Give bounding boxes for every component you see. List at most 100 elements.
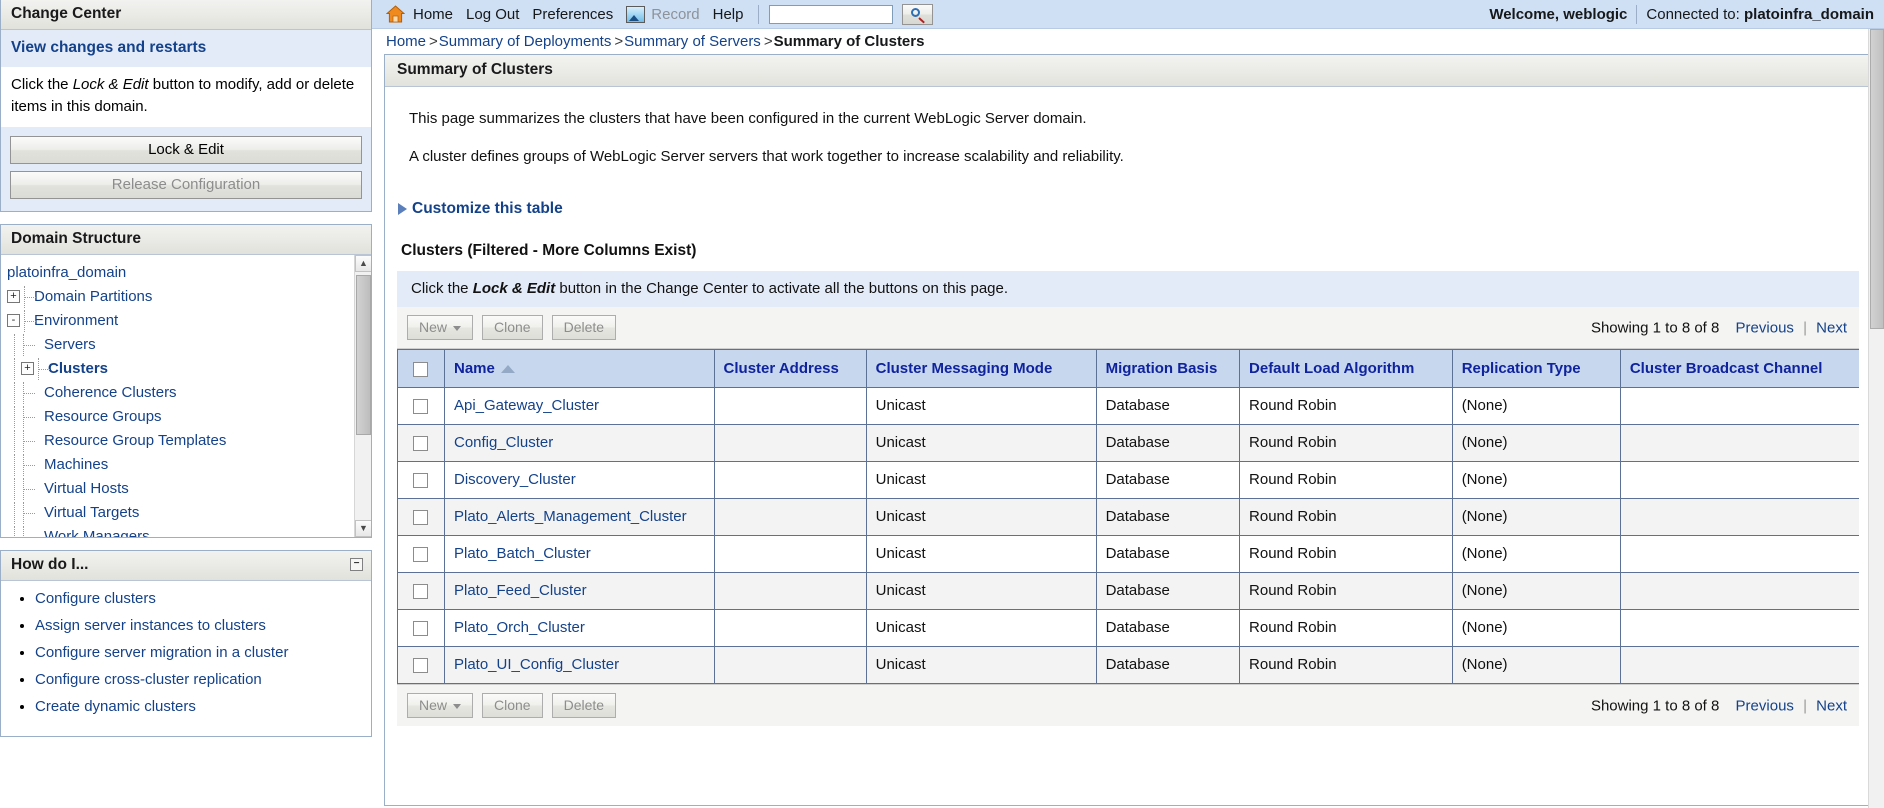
row-checkbox[interactable]: [413, 584, 428, 599]
cell-broadcast-channel: [1620, 425, 1859, 462]
scroll-up-icon[interactable]: ▲: [355, 255, 371, 272]
tree-item-resource-groups[interactable]: Resource Groups: [44, 409, 162, 424]
view-changes-and-restarts-link[interactable]: View changes and restarts: [11, 39, 206, 56]
tree-scrollbar[interactable]: ▲ ▼: [354, 255, 371, 537]
cluster-link-discovery_cluster[interactable]: Discovery_Cluster: [454, 471, 576, 488]
previous-link-top[interactable]: Previous: [1736, 319, 1794, 336]
cell-messaging-mode: Unicast: [866, 499, 1096, 536]
collapse-node-icon[interactable]: -: [7, 314, 20, 327]
how-do-i-link-assign-server-instances-to-clusters[interactable]: Assign server instances to clusters: [35, 617, 266, 634]
tree-item-environment[interactable]: Environment: [34, 313, 118, 328]
delete-button-bottom[interactable]: Delete: [552, 693, 616, 718]
tree-item-virtual-hosts[interactable]: Virtual Hosts: [44, 481, 129, 496]
cluster-link-plato_orch_cluster[interactable]: Plato_Orch_Cluster: [454, 619, 585, 636]
column-header-replication-type[interactable]: Replication Type: [1452, 350, 1620, 388]
cluster-link-config_cluster[interactable]: Config_Cluster: [454, 434, 553, 451]
column-header-cluster-broadcast-channel[interactable]: Cluster Broadcast Channel: [1620, 350, 1859, 388]
tree-item-machines[interactable]: Machines: [44, 457, 108, 472]
how-do-i-list-item: Assign server instances to clusters: [35, 618, 371, 633]
column-header-default-load-algorithm[interactable]: Default Load Algorithm: [1240, 350, 1453, 388]
tree-item-clusters[interactable]: Clusters: [48, 361, 108, 376]
cell-replication-type: (None): [1452, 388, 1620, 425]
how-do-i-link-configure-cross-cluster-replication[interactable]: Configure cross-cluster replication: [35, 671, 262, 688]
how-do-i-panel: How do I... − Configure clustersAssign s…: [0, 550, 372, 737]
cluster-link-plato_alerts_management_cluster[interactable]: Plato_Alerts_Management_Cluster: [454, 508, 687, 525]
collapse-icon[interactable]: −: [350, 558, 363, 571]
nav-logout-link[interactable]: Log Out: [466, 6, 519, 23]
cell-messaging-mode: Unicast: [866, 610, 1096, 647]
lock-and-edit-button[interactable]: Lock & Edit: [10, 136, 362, 164]
row-checkbox[interactable]: [413, 473, 428, 488]
tree-item-domain-partitions[interactable]: Domain Partitions: [34, 289, 152, 304]
column-header-migration-basis[interactable]: Migration Basis: [1096, 350, 1239, 388]
cluster-link-plato_ui_config_cluster[interactable]: Plato_UI_Config_Cluster: [454, 656, 619, 673]
row-checkbox[interactable]: [413, 399, 428, 414]
cell-broadcast-channel: [1620, 573, 1859, 610]
clone-button-top[interactable]: Clone: [482, 315, 543, 340]
table-row: Plato_Batch_ClusterUnicastDatabaseRound …: [398, 536, 1860, 573]
record-icon: [626, 6, 645, 23]
instruction-emphasis: Lock & Edit: [73, 76, 149, 93]
row-checkbox[interactable]: [413, 436, 428, 451]
tree-item-work-managers[interactable]: Work Managers: [44, 529, 150, 537]
tree-scrollbar-thumb[interactable]: [356, 275, 371, 435]
row-checkbox[interactable]: [413, 658, 428, 673]
breadcrumb-link-home[interactable]: Home: [386, 33, 426, 50]
next-link-bottom[interactable]: Next: [1816, 697, 1847, 714]
previous-link-bottom[interactable]: Previous: [1736, 697, 1794, 714]
tree-node: Virtual Targets: [7, 501, 371, 525]
tree-elbow: [21, 430, 39, 452]
expand-triangle-icon[interactable]: [398, 203, 407, 215]
expand-node-icon[interactable]: +: [21, 362, 34, 375]
tree-guide-line: [7, 334, 21, 356]
new-button-top[interactable]: New: [407, 315, 473, 340]
scroll-down-icon[interactable]: ▼: [355, 520, 371, 537]
cluster-link-plato_batch_cluster[interactable]: Plato_Batch_Cluster: [454, 545, 591, 562]
how-do-i-link-configure-server-migration-in-a-cluster[interactable]: Configure server migration in a cluster: [35, 644, 288, 661]
clone-button-bottom[interactable]: Clone: [482, 693, 543, 718]
breadcrumb-link-summary-of-deployments[interactable]: Summary of Deployments: [439, 33, 612, 50]
sort-ascending-icon[interactable]: [501, 365, 515, 373]
row-checkbox[interactable]: [413, 621, 428, 636]
select-all-checkbox[interactable]: [413, 362, 428, 377]
how-do-i-link-create-dynamic-clusters[interactable]: Create dynamic clusters: [35, 698, 196, 715]
row-select-cell: [398, 462, 445, 499]
change-center-instruction: Click the Lock & Edit button to modify, …: [1, 67, 371, 127]
column-header-cluster-messaging-mode[interactable]: Cluster Messaging Mode: [866, 350, 1096, 388]
tree-item-servers[interactable]: Servers: [44, 337, 96, 352]
cluster-link-plato_feed_cluster[interactable]: Plato_Feed_Cluster: [454, 582, 587, 599]
toolbar-divider: [758, 5, 759, 24]
nav-preferences-link[interactable]: Preferences: [532, 6, 613, 23]
page-scrollbar-thumb[interactable]: [1870, 29, 1884, 329]
breadcrumb-link-summary-of-servers[interactable]: Summary of Servers: [624, 33, 761, 50]
row-checkbox[interactable]: [413, 510, 428, 525]
tree-item-virtual-targets[interactable]: Virtual Targets: [44, 505, 139, 520]
page-scrollbar[interactable]: [1868, 29, 1884, 808]
expand-node-icon[interactable]: +: [7, 290, 20, 303]
release-configuration-button[interactable]: Release Configuration: [10, 171, 362, 199]
table-row: Plato_Alerts_Management_ClusterUnicastDa…: [398, 499, 1860, 536]
delete-button-top[interactable]: Delete: [552, 315, 616, 340]
home-icon[interactable]: [386, 5, 405, 23]
new-button-top-label: New: [419, 319, 447, 335]
cell-address: [714, 425, 866, 462]
cluster-link-api_gateway_cluster[interactable]: Api_Gateway_Cluster: [454, 397, 599, 414]
paging-controls-bottom: Showing 1 to 8 of 8 Previous | Next: [1591, 697, 1847, 714]
nav-home-link[interactable]: Home: [413, 6, 453, 23]
tree-item-resource-group-templates[interactable]: Resource Group Templates: [44, 433, 226, 448]
new-button-bottom[interactable]: New: [407, 693, 473, 718]
column-header-cluster-address[interactable]: Cluster Address: [714, 350, 866, 388]
cell-broadcast-channel: [1620, 610, 1859, 647]
search-button[interactable]: [902, 4, 933, 25]
tree-item-domain-root[interactable]: platoinfra_domain: [7, 265, 126, 280]
customize-this-table-link[interactable]: Customize this table: [412, 200, 563, 218]
column-header-name[interactable]: Name: [444, 350, 714, 388]
table-toolbar-bottom: New Clone Delete Showing 1 to 8 of 8 Pre…: [397, 684, 1859, 726]
cell-cluster-name: Plato_Feed_Cluster: [444, 573, 714, 610]
nav-help-link[interactable]: Help: [713, 6, 744, 23]
tree-item-coherence-clusters[interactable]: Coherence Clusters: [44, 385, 177, 400]
search-input[interactable]: [769, 5, 893, 24]
row-checkbox[interactable]: [413, 547, 428, 562]
next-link-top[interactable]: Next: [1816, 319, 1847, 336]
how-do-i-link-configure-clusters[interactable]: Configure clusters: [35, 590, 156, 607]
